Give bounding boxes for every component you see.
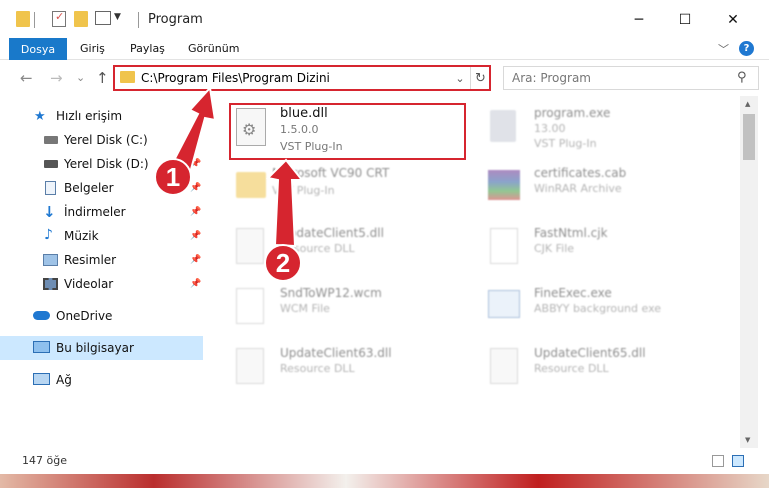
annotation-arrows: [168, 85, 305, 248]
step-1-badge: 1: [154, 158, 192, 196]
step-2-badge: 2: [264, 244, 302, 282]
arrow-2: [265, 158, 305, 248]
